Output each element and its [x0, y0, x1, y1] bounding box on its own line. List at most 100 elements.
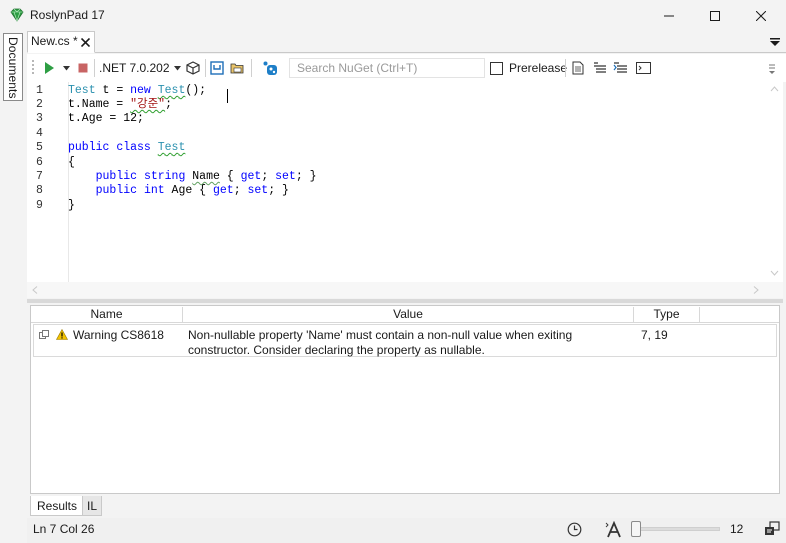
folder-icon — [230, 63, 244, 74]
expand-copy-icon[interactable] — [39, 330, 49, 340]
comment-selection-button[interactable] — [593, 54, 607, 82]
runtime-selector[interactable]: .NET 7.0.202 — [99, 54, 181, 82]
documents-strip — [0, 31, 26, 543]
code-line: public int Age { get; set; } — [95, 184, 289, 197]
document-icon — [572, 61, 584, 75]
console-icon — [636, 62, 651, 74]
font-size-icon — [605, 521, 621, 538]
column-header-type[interactable]: Type — [634, 307, 700, 323]
tab-label: New.cs * — [31, 34, 78, 48]
restore-packages-button[interactable] — [186, 54, 200, 82]
caret-down-icon — [173, 65, 181, 70]
code-line: t.Age = 12; — [68, 112, 144, 125]
zoom-value: 12 — [730, 522, 744, 536]
code-line: t.Name = "강준"; — [68, 98, 172, 111]
result-value-line2: constructor. Consider declaring the prop… — [188, 343, 485, 357]
column-header-value[interactable]: Value — [183, 307, 634, 323]
minimize-icon — [664, 15, 674, 16]
documents-label: Documents — [6, 37, 20, 99]
zoom-slider-thumb[interactable] — [631, 521, 641, 537]
feedback-icon[interactable] — [764, 521, 780, 537]
caret-down-icon — [63, 65, 70, 70]
tab-close-icon[interactable] — [80, 35, 91, 50]
status-bar: Ln 7 Col 26 12 — [27, 518, 786, 543]
terminal-button[interactable] — [636, 54, 651, 82]
line-number: 8 — [36, 184, 43, 197]
prerelease-label: Prerelease — [509, 61, 568, 75]
prerelease-checkbox[interactable] — [490, 62, 503, 75]
separator — [94, 54, 95, 82]
line-number: 1 — [36, 84, 43, 97]
results-header: Name Value Type — [31, 306, 779, 323]
result-name: Warning CS8618 — [73, 328, 164, 342]
results-tabs: Results IL — [30, 496, 780, 516]
warning-icon — [56, 329, 68, 340]
text-caret — [227, 89, 228, 103]
line-number-gutter: 1 2 3 4 5 6 7 8 9 — [27, 82, 69, 282]
code-line: public string Name { get; set; } — [95, 170, 317, 183]
documents-panel-tab[interactable]: Documents — [3, 33, 23, 101]
close-button[interactable] — [738, 0, 784, 31]
nuget-icon — [263, 61, 277, 75]
line-number: 3 — [36, 112, 43, 125]
minimize-button[interactable] — [646, 0, 692, 31]
cursor-position: Ln 7 Col 26 — [33, 522, 95, 536]
uncomment-selection-button[interactable] — [613, 54, 628, 82]
toolbar: .NET 7.0.202 Prerelease — [27, 54, 786, 82]
run-options-dropdown[interactable] — [63, 54, 70, 82]
code-line: Test t = new Test(); — [68, 84, 207, 97]
tab-il[interactable]: IL — [82, 496, 103, 516]
scroll-arrows-icon — [32, 286, 759, 294]
code-line: { — [68, 156, 75, 169]
tab-results[interactable]: Results — [30, 496, 85, 516]
tab-new-cs[interactable]: New.cs * — [27, 31, 95, 53]
result-type: 7, 19 — [641, 328, 668, 342]
separator — [205, 54, 206, 82]
code-line: public class Test — [68, 141, 186, 154]
results-row[interactable]: Warning CS8618 Non-nullable property 'Na… — [33, 324, 777, 357]
toolbar-grip-icon — [31, 54, 35, 82]
editor-horizontal-scrollbar[interactable] — [27, 282, 783, 298]
stop-button[interactable] — [78, 54, 88, 82]
run-button[interactable] — [43, 54, 55, 82]
save-button[interactable] — [210, 54, 224, 82]
open-folder-button[interactable] — [230, 54, 244, 82]
maximize-button[interactable] — [692, 0, 738, 31]
line-number: 2 — [36, 98, 43, 111]
save-icon — [210, 61, 224, 75]
comment-lines-icon — [594, 62, 606, 73]
results-panel: Name Value Type Warning CS8618 Non-nulla… — [30, 305, 780, 494]
code-line: } — [68, 199, 75, 212]
play-icon — [45, 62, 54, 74]
overflow-icon — [769, 64, 775, 74]
runtime-label: .NET 7.0.202 — [99, 61, 170, 75]
uncomment-lines-icon — [613, 62, 627, 73]
editor-vertical-scrollbar[interactable] — [766, 82, 783, 282]
line-number: 7 — [36, 170, 43, 183]
nuget-search-input[interactable] — [289, 58, 485, 78]
tab-list-dropdown-icon[interactable] — [769, 36, 781, 48]
toolbar-overflow-button[interactable] — [767, 54, 777, 82]
line-number: 4 — [36, 127, 43, 140]
code-editor[interactable]: 1 2 3 4 5 6 7 8 9 Test t = new Test(); t… — [27, 82, 783, 282]
window-title: RoslynPad 17 — [30, 8, 105, 22]
stop-icon — [78, 63, 88, 73]
document-tab-strip — [27, 31, 786, 53]
roslynpad-logo-icon — [10, 8, 24, 22]
editor-results-splitter[interactable] — [27, 299, 783, 303]
package-icon — [186, 61, 200, 75]
zoom-slider-track[interactable] — [632, 527, 720, 531]
column-header-name[interactable]: Name — [31, 307, 183, 323]
scroll-arrows-icon — [770, 86, 779, 276]
clock-icon[interactable] — [567, 522, 582, 537]
line-number: 5 — [36, 141, 43, 154]
result-value-line1: Non-nullable property 'Name' must contai… — [188, 328, 573, 342]
format-document-button[interactable] — [572, 54, 584, 82]
line-number: 6 — [36, 156, 43, 169]
nuget-button[interactable] — [263, 54, 278, 82]
separator — [251, 54, 252, 82]
separator — [565, 54, 566, 82]
close-icon — [756, 10, 766, 21]
maximize-icon — [710, 10, 720, 21]
line-number: 9 — [36, 199, 43, 212]
